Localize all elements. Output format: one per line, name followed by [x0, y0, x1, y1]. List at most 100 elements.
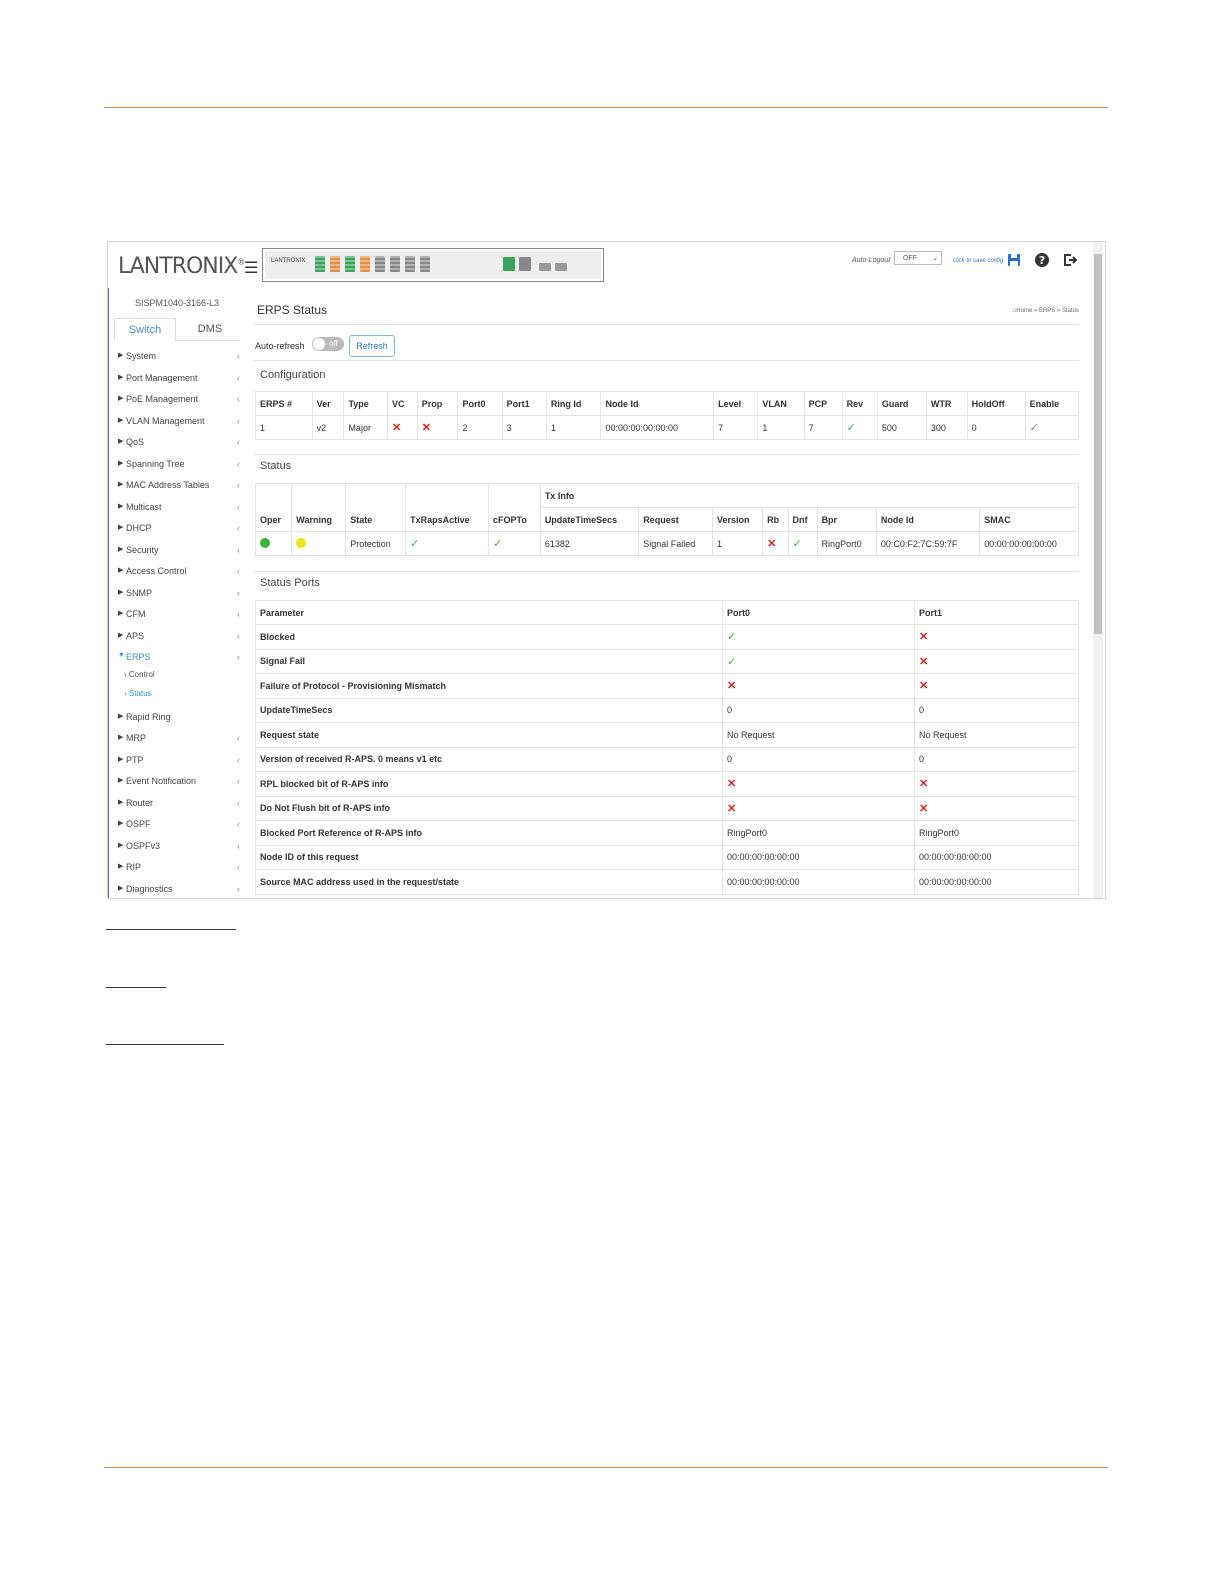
table-cell	[254, 531, 293, 556]
column-header: Port0	[457, 391, 503, 416]
table-cell: ✓	[722, 648, 915, 674]
panel-sfp-port[interactable]	[519, 257, 531, 271]
column-header: UpdateTimeSecs	[539, 507, 640, 532]
sidebar-item-label: Access Control	[126, 566, 187, 576]
panel-port[interactable]	[330, 256, 340, 272]
cross-icon: ✕	[919, 778, 929, 791]
refresh-button[interactable]: Refresh	[349, 335, 395, 357]
vertical-scrollbar[interactable]	[1093, 242, 1103, 898]
scrollbar-thumb[interactable]	[1094, 254, 1102, 634]
panel-uplink-port[interactable]	[539, 263, 551, 271]
panel-port[interactable]	[315, 256, 325, 272]
chevron-left-icon: ‹	[237, 776, 240, 786]
column-header: ERPS #	[255, 391, 313, 416]
sidebar-item-label: QoS	[126, 437, 145, 447]
underline-3	[106, 1044, 224, 1045]
panel-uplink-port[interactable]	[555, 263, 567, 271]
chevron-left-icon: ‹	[237, 733, 240, 743]
panel-port[interactable]	[345, 256, 355, 272]
sidebar-item-label: System	[126, 351, 157, 361]
chevron-left-icon: ‹	[237, 587, 240, 598]
table-row: Blocked ✓ ✕	[255, 624, 1079, 650]
table-cell: 3	[501, 415, 547, 440]
table-cell: ✕	[762, 531, 789, 556]
table-row: Version of received R-APS. 0 means v1 et…	[255, 746, 1079, 772]
screenshot-frame: LANTRONIX® ☰ LANTRONIX Auto-Logout OFF ⌄ …	[107, 241, 1106, 899]
table-cell: ✕	[914, 795, 1079, 821]
parameter-cell: Request state	[255, 722, 723, 748]
parameter-cell: Signal Fail	[255, 648, 723, 674]
table-cell: 7	[803, 415, 843, 440]
table-cell: 0	[966, 415, 1026, 440]
menu-toggle-icon[interactable]: ☰	[244, 258, 258, 278]
column-header: Oper	[254, 483, 293, 532]
caret-right-icon: ▶	[118, 352, 124, 359]
caret-right-icon: ▶	[118, 545, 124, 553]
chevron-left-icon: ‹	[237, 754, 240, 765]
save-icon[interactable]	[1006, 252, 1022, 268]
cross-icon: ✕	[919, 802, 929, 815]
chevron-left-icon: ‹	[237, 394, 240, 404]
click-save-link[interactable]: click to save config	[953, 258, 1003, 264]
column-header: cFOPTo	[488, 483, 541, 532]
caret-right-icon: ▶	[118, 777, 124, 784]
panel-port[interactable]	[420, 256, 430, 272]
sidebar-subitem-status[interactable]: › Status	[124, 689, 152, 698]
ports-divider	[254, 571, 1079, 572]
sidebar-item-label: Router	[126, 797, 154, 808]
cross-icon: ✕	[727, 680, 737, 693]
sidebar-item-label: PoE Management	[126, 394, 199, 404]
main-content: ERPS Status ⌂Home » ERPS » Status Auto-r…	[254, 290, 1080, 896]
sidebar-subitem-control[interactable]: › Control	[124, 670, 155, 679]
table-cell: ✕	[722, 673, 915, 699]
table-cell: No Request	[914, 722, 1079, 748]
caret-right-icon: ▶	[118, 395, 124, 402]
caret-right-icon: ▶	[118, 798, 124, 806]
sidebar-item-label: Event Notification	[126, 776, 197, 786]
chevron-left-icon: ‹	[237, 840, 240, 851]
table-cell: 00:00:00:00:00:00	[914, 869, 1079, 895]
panel-port[interactable]	[405, 256, 415, 272]
underline-1	[106, 929, 236, 930]
caret-right-icon: ▶	[118, 481, 124, 488]
caret-right-icon: ▶	[118, 588, 124, 596]
cross-icon: ✕	[919, 680, 929, 693]
column-header: State	[345, 483, 407, 532]
tab-switch[interactable]: Switch	[114, 318, 176, 342]
column-header: PCP	[803, 391, 843, 416]
green-status-icon	[260, 537, 270, 548]
sidebar-item-label: Diagnostics	[126, 883, 173, 894]
column-header: Rb	[762, 507, 789, 532]
table-cell: ✕	[386, 415, 418, 440]
sidebar-item-label: PTP	[126, 754, 144, 765]
column-header: Ver	[311, 391, 345, 416]
breadcrumb[interactable]: ⌂Home » ERPS » Status	[1012, 307, 1079, 314]
caret-right-icon: ▶	[118, 438, 124, 445]
table-cell: Protection	[345, 531, 407, 556]
panel-port[interactable]	[390, 256, 400, 272]
tab-dms[interactable]: DMS	[180, 318, 240, 340]
table-cell: 1	[255, 415, 313, 440]
column-header: Port1	[501, 391, 547, 416]
column-header: TxRapsActive	[405, 483, 490, 532]
caret-right-icon: ▶	[118, 524, 124, 531]
cross-icon: ✕	[919, 631, 929, 644]
logout-icon[interactable]	[1062, 252, 1078, 268]
column-header: Prop	[416, 391, 459, 416]
cross-icon: ✕	[727, 802, 737, 815]
parameter-cell: Blocked	[255, 624, 723, 650]
auto-logout-select[interactable]: OFF ⌄	[894, 251, 942, 265]
table-cell: ✓	[488, 531, 541, 556]
column-header: VLAN	[757, 391, 805, 416]
help-icon[interactable]: ?	[1034, 252, 1050, 268]
table-cell: 7	[713, 415, 759, 440]
column-header: WTR	[925, 391, 968, 416]
auto-refresh-toggle[interactable]: off	[312, 337, 344, 351]
configuration-table: ERPS # Ver Type VC Prop Port0 Port1 Ring Id Node…	[255, 391, 1080, 440]
panel-port[interactable]	[360, 256, 370, 272]
sidebar-item-label: OSPFv3	[126, 840, 161, 851]
panel-sfp-port[interactable]	[503, 257, 515, 271]
table-cell: 0	[914, 697, 1079, 723]
panel-port[interactable]	[375, 256, 385, 272]
table-cell	[291, 531, 347, 556]
